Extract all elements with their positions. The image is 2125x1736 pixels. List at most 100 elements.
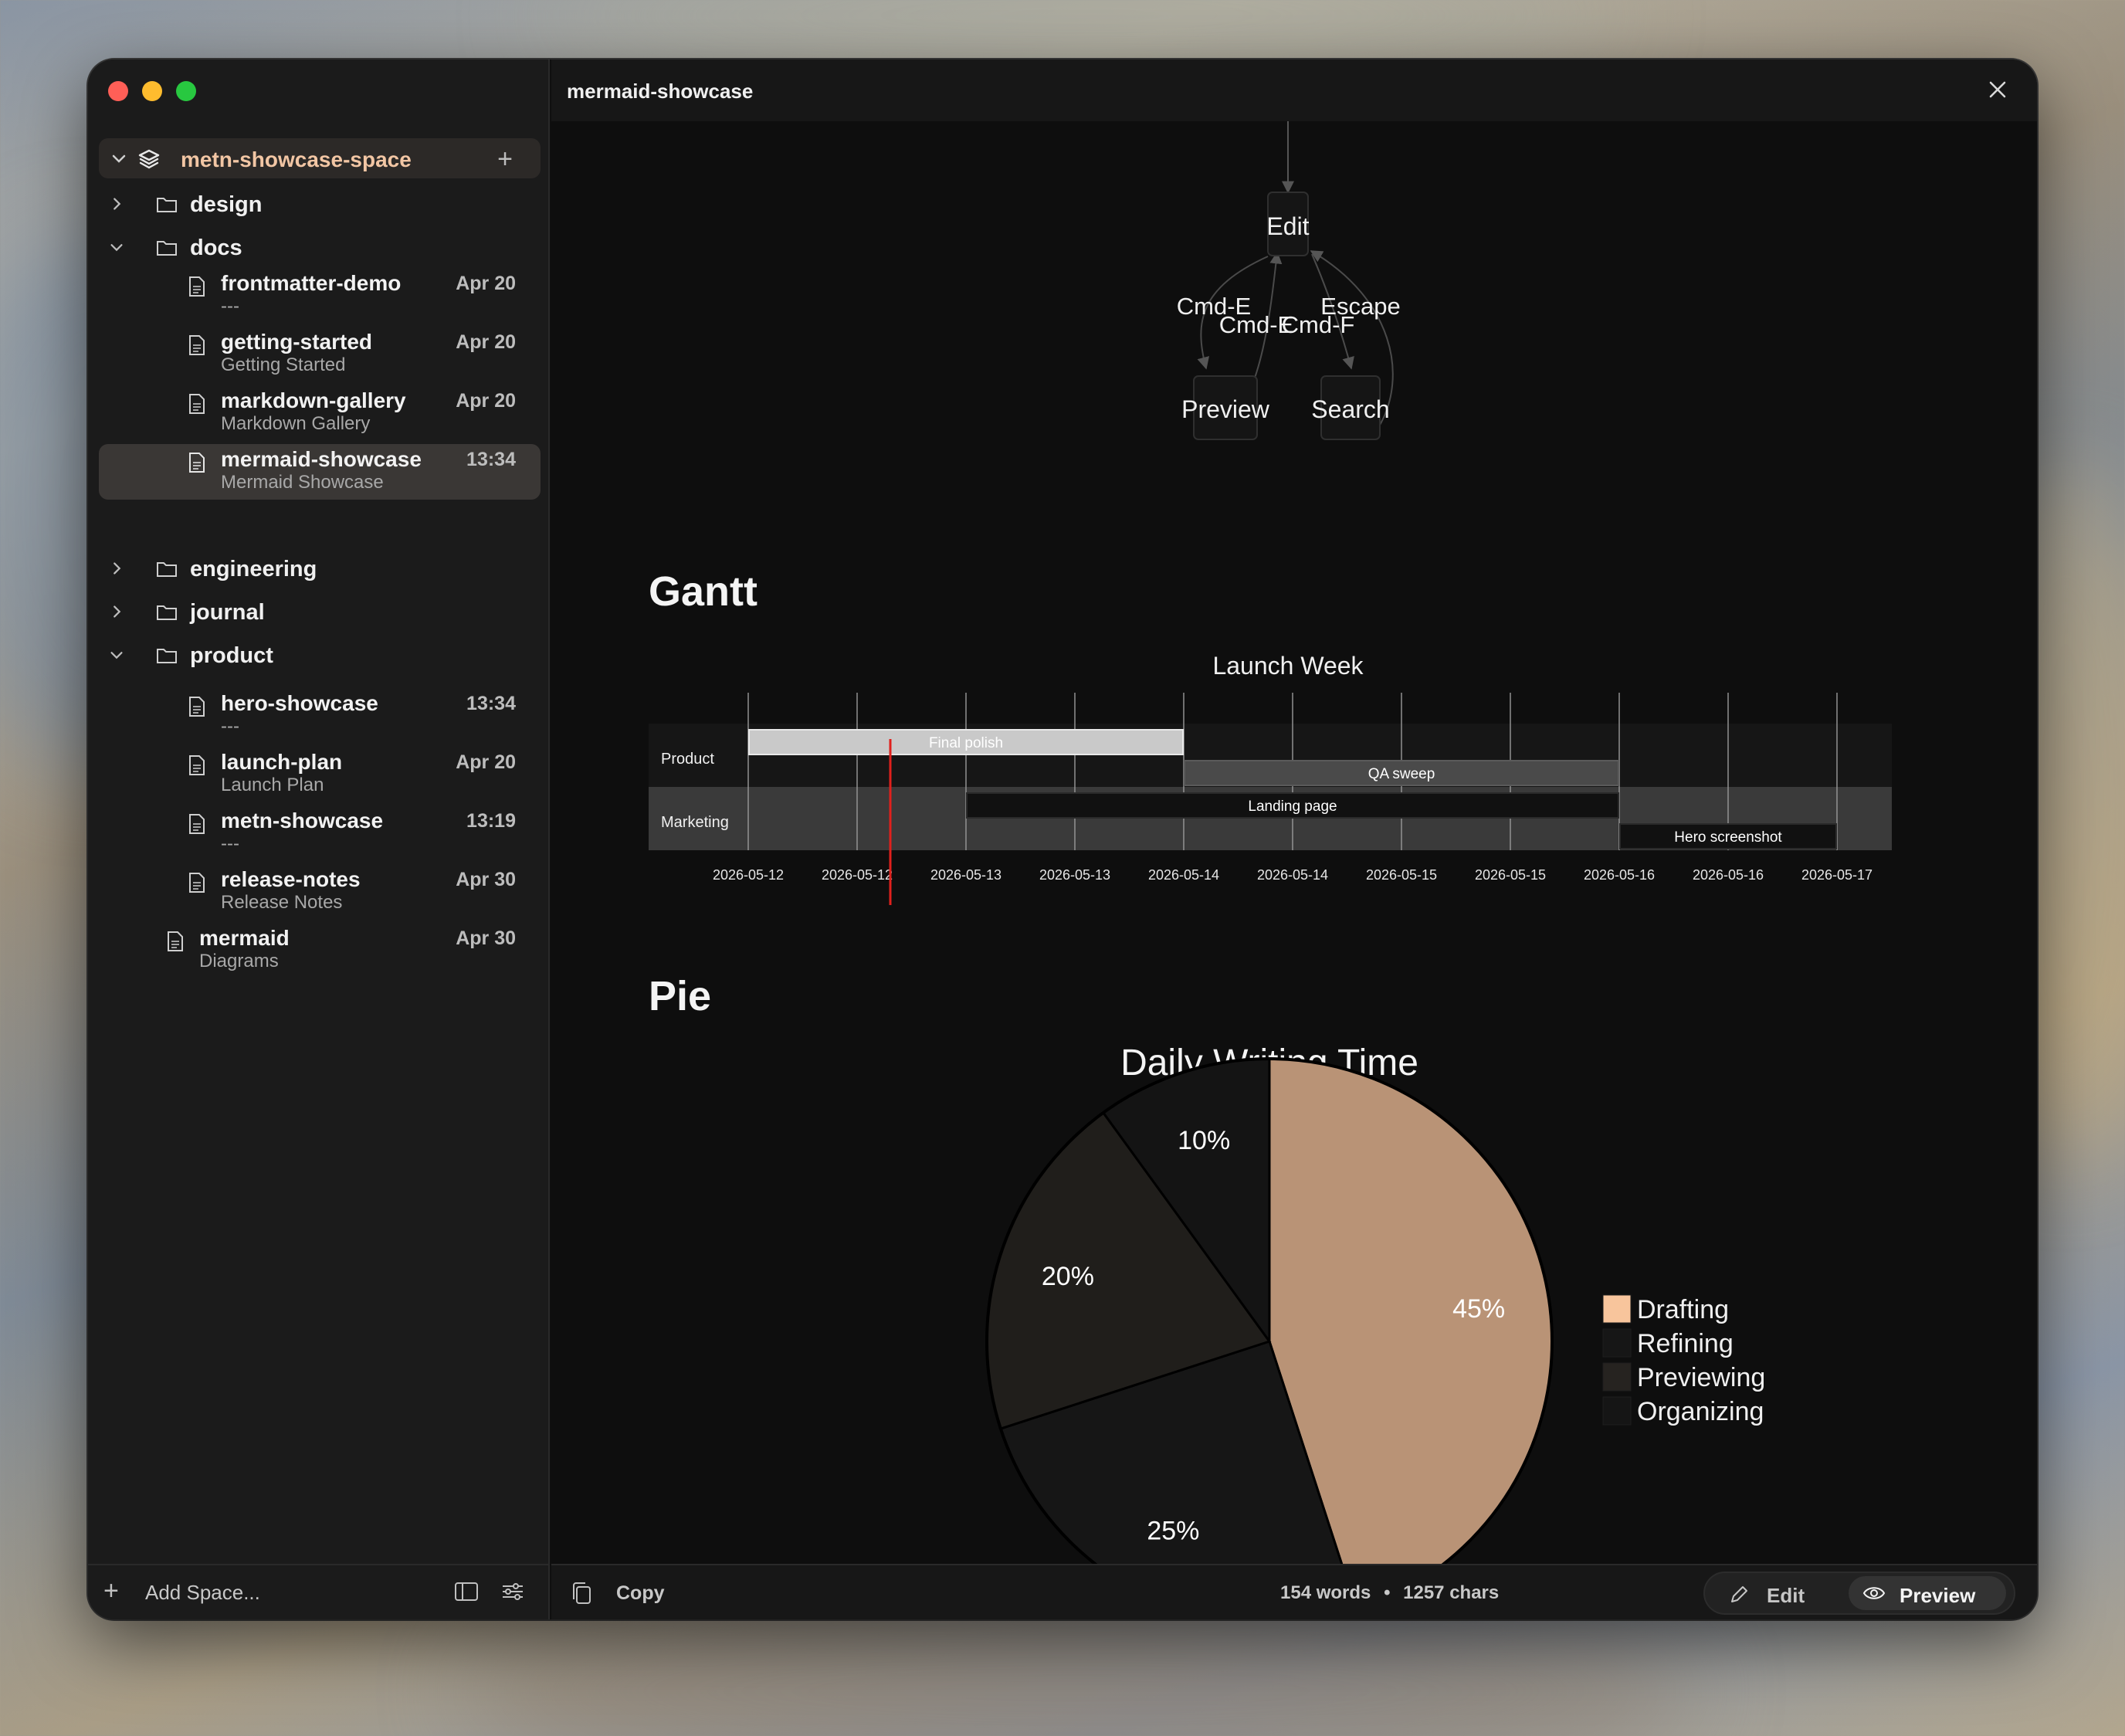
folder-engineering[interactable]: engineering xyxy=(88,548,550,589)
folder-design[interactable]: design xyxy=(88,183,550,225)
file-getting-started[interactable]: getting-started Getting Started Apr 20 xyxy=(99,327,541,382)
gantt-task-label: Hero screenshot xyxy=(1674,829,1782,846)
gantt-tick-label: 2026-05-15 xyxy=(1366,867,1437,883)
file-title: hero-showcase xyxy=(221,691,378,715)
folder-label: design xyxy=(190,192,263,217)
node-label-search: Search xyxy=(1311,395,1389,423)
file-title: getting-started xyxy=(221,330,372,354)
plus-icon[interactable]: + xyxy=(103,1576,119,1606)
file-launch-plan[interactable]: launch-plan Launch Plan Apr 20 xyxy=(99,747,541,802)
section-heading-pie: Pie xyxy=(649,973,712,1019)
copy-button[interactable]: Copy xyxy=(616,1582,665,1605)
sidebar-footer: + Add Space... xyxy=(88,1564,548,1619)
folder-product[interactable]: product xyxy=(88,634,550,676)
gantt-tick-label: 2026-05-16 xyxy=(1584,867,1655,883)
file-hero-showcase[interactable]: hero-showcase --- 13:34 xyxy=(99,688,541,744)
chevron-down-icon xyxy=(112,154,126,163)
file-subtitle: --- xyxy=(221,716,239,737)
stats-separator: • xyxy=(1384,1582,1391,1603)
file-date: Apr 30 xyxy=(456,927,516,949)
document-icon xyxy=(189,755,205,775)
file-date: Apr 30 xyxy=(456,869,516,890)
gantt-section-label: Marketing xyxy=(661,814,729,831)
title-bar: mermaid-showcase xyxy=(551,59,2037,121)
editor-pane: mermaid-showcase Edit Preview Search Cmd… xyxy=(551,59,2037,1619)
zoom-window-button[interactable] xyxy=(176,81,196,101)
gantt-section-label: Product xyxy=(661,751,714,768)
char-count: 1257 chars xyxy=(1403,1582,1500,1603)
space-header[interactable]: metn-showcase-space + xyxy=(99,138,541,178)
gantt-task-label: QA sweep xyxy=(1368,766,1435,782)
chevron-down-icon xyxy=(110,244,123,252)
chevron-right-icon xyxy=(114,562,121,575)
add-space-button[interactable]: Add Space... xyxy=(145,1581,260,1605)
file-title: mermaid xyxy=(199,926,290,950)
edit-mode-button[interactable]: Edit xyxy=(1716,1578,1855,1609)
gantt-chart: Launch Week Final polish QA sweep Landing … xyxy=(649,652,1892,905)
space-name: metn-showcase-space xyxy=(181,147,412,171)
app-window: metn-showcase-space + design docs frontm… xyxy=(88,59,2037,1619)
folder-icon xyxy=(157,605,177,620)
sidebar-toggle-icon[interactable] xyxy=(454,1581,479,1602)
file-subtitle: Diagrams xyxy=(199,951,279,971)
file-release-notes[interactable]: release-notes Release Notes Apr 30 xyxy=(99,864,541,920)
file-subtitle: --- xyxy=(221,296,239,317)
chevron-right-icon xyxy=(114,198,121,210)
edit-mode-label: Edit xyxy=(1767,1584,1805,1607)
close-window-button[interactable] xyxy=(108,81,128,101)
folder-icon xyxy=(157,649,177,663)
document-stats: 154 words • 1257 chars xyxy=(1280,1582,1499,1604)
close-icon[interactable] xyxy=(1986,78,2009,101)
sliders-icon[interactable] xyxy=(500,1581,525,1602)
folder-icon xyxy=(157,198,177,212)
file-subtitle: Launch Plan xyxy=(221,775,324,795)
file-frontmatter-demo[interactable]: frontmatter-demo --- Apr 20 xyxy=(99,268,541,324)
document-icon xyxy=(189,394,205,414)
pie-legend-swatch xyxy=(1602,1362,1632,1392)
pie-legend-label: Previewing xyxy=(1637,1363,1765,1392)
document-icon xyxy=(189,335,205,355)
pie-legend-swatch xyxy=(1602,1294,1632,1324)
gantt-tick-label: 2026-05-15 xyxy=(1475,867,1546,883)
document-icon xyxy=(189,814,205,834)
gantt-tick-label: 2026-05-14 xyxy=(1148,867,1219,883)
document-icon xyxy=(189,453,205,473)
sidebar: metn-showcase-space + design docs frontm… xyxy=(88,59,550,1619)
gantt-tick-label: 2026-05-12 xyxy=(713,867,784,883)
pie-legend: Drafting Refining Previewing Organizing xyxy=(1602,1294,1765,1426)
file-date: Apr 20 xyxy=(456,751,516,773)
minimize-window-button[interactable] xyxy=(142,81,162,101)
folder-label: product xyxy=(190,643,273,668)
file-subtitle: Release Notes xyxy=(221,892,343,913)
pie-value-label: 20% xyxy=(1042,1262,1094,1291)
copy-icon[interactable] xyxy=(570,1581,593,1605)
pie-value-label: 25% xyxy=(1147,1517,1199,1546)
chevron-down-icon xyxy=(110,652,123,659)
file-date: Apr 20 xyxy=(456,273,516,294)
folder-docs[interactable]: docs xyxy=(88,226,550,268)
file-title: release-notes xyxy=(221,867,361,891)
preview-mode-button[interactable]: Preview xyxy=(1849,1576,2006,1610)
gantt-task-label: Landing page xyxy=(1248,798,1337,815)
pie-legend-swatch xyxy=(1602,1396,1632,1426)
file-title: mermaid-showcase xyxy=(221,447,422,471)
edge-label: Escape xyxy=(1320,293,1400,320)
pie-value-label: 10% xyxy=(1178,1126,1230,1155)
gantt-tick-label: 2026-05-17 xyxy=(1801,867,1873,883)
file-markdown-gallery[interactable]: markdown-gallery Markdown Gallery Apr 20 xyxy=(99,385,541,441)
file-mermaid[interactable]: mermaid Diagrams Apr 30 xyxy=(99,923,541,978)
pie-legend-label: Refining xyxy=(1637,1329,1734,1358)
preview-mode-label: Preview xyxy=(1900,1584,1976,1607)
folder-journal[interactable]: journal xyxy=(88,591,550,632)
document-icon xyxy=(168,931,183,951)
add-item-button[interactable]: + xyxy=(497,144,513,175)
state-diagram: Edit Preview Search Cmd-E Cmd-E Cmd-F Es… xyxy=(1177,121,1401,440)
file-metn-showcase[interactable]: metn-showcase --- 13:19 xyxy=(99,805,541,861)
file-title: frontmatter-demo xyxy=(221,271,402,295)
file-date: Apr 20 xyxy=(456,331,516,353)
editor-footer: Copy 154 words • 1257 chars Edit Preview xyxy=(551,1564,2037,1619)
document-icon xyxy=(189,873,205,893)
file-date: 13:34 xyxy=(466,693,516,714)
file-mermaid-showcase[interactable]: mermaid-showcase Mermaid Showcase 13:34 xyxy=(99,444,541,500)
pie-legend-label: Organizing xyxy=(1637,1397,1764,1426)
